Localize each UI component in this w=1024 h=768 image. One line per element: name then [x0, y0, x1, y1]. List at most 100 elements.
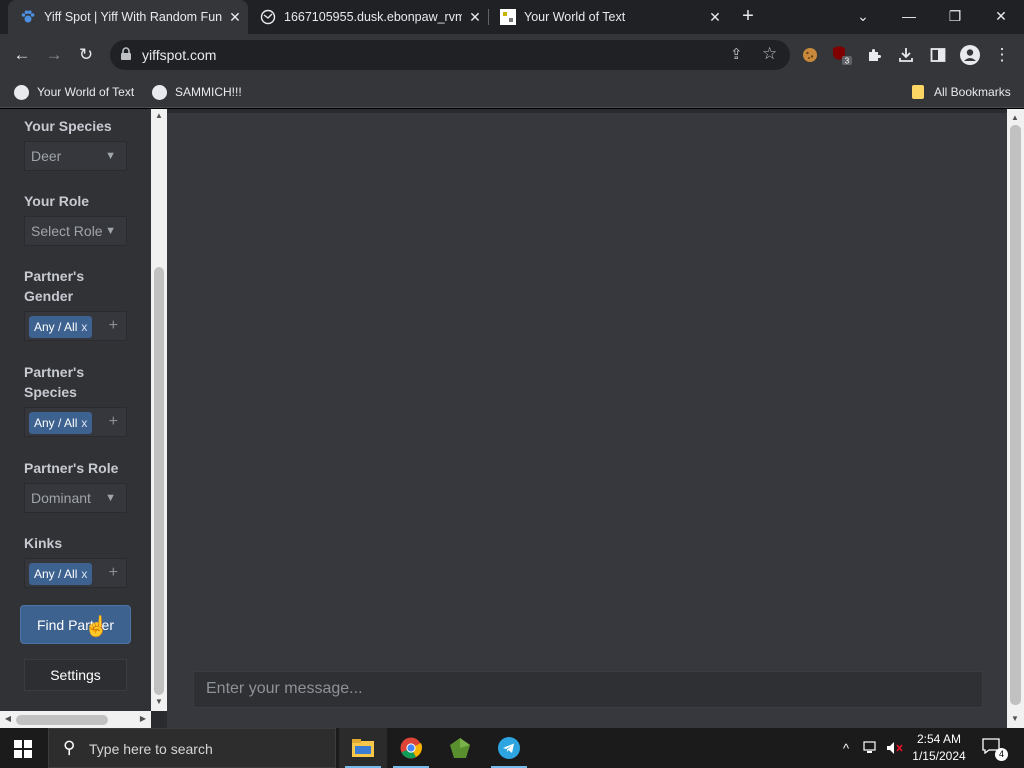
partner-species-label: Partner's Species: [24, 364, 85, 400]
page-content: Your Species Deer ▼ Your Role Select Rol…: [0, 109, 1024, 728]
find-partner-button[interactable]: Find Partner: [20, 605, 131, 644]
your-role-select[interactable]: Select Role ▼: [24, 216, 127, 246]
extension-badge: 3: [845, 57, 850, 66]
chip-remove-icon[interactable]: x: [81, 416, 87, 430]
chip-remove-icon[interactable]: x: [81, 567, 87, 581]
plus-icon[interactable]: +: [109, 317, 118, 335]
chevron-down-icon: ▼: [105, 150, 116, 162]
tab-title: Your World of Text: [524, 10, 626, 24]
settings-button[interactable]: Settings: [24, 659, 127, 691]
bookmark-ywot[interactable]: Your World of Text: [14, 82, 134, 102]
filter-chip: Any / All x: [29, 412, 92, 434]
your-role-label: Your Role: [24, 193, 90, 209]
profile-avatar-icon[interactable]: [958, 43, 982, 67]
scrollbar-thumb[interactable]: [1010, 125, 1021, 705]
chip-label: Any / All: [34, 567, 78, 581]
filter-chip: Any / All x: [29, 316, 92, 338]
partner-role-select[interactable]: Dominant ▼: [24, 483, 127, 513]
close-icon[interactable]: ✕: [462, 9, 488, 26]
scroll-up-arrow-icon[interactable]: ▲: [1007, 113, 1023, 122]
chip-remove-icon[interactable]: x: [81, 320, 87, 334]
download-icon[interactable]: [894, 43, 918, 67]
partner-gender-select[interactable]: Any / All x +: [24, 311, 127, 341]
chip-label: Any / All: [34, 320, 78, 334]
chrome-taskbar-icon[interactable]: [387, 728, 435, 768]
bookmark-star-icon[interactable]: ☆: [762, 44, 777, 64]
tab-search-chevron-icon[interactable]: ⌄: [840, 0, 886, 32]
taskbar-clock[interactable]: 2:54 AM 1/15/2024: [912, 731, 966, 765]
partner-gender-label: Partner's Gender: [24, 268, 85, 304]
close-icon[interactable]: ✕: [222, 9, 248, 26]
message-input[interactable]: Enter your message...: [193, 671, 983, 708]
share-icon[interactable]: ⇪: [730, 45, 743, 63]
back-button[interactable]: ←: [10, 43, 34, 67]
scrollbar-thumb[interactable]: [154, 267, 164, 695]
windows-start-icon[interactable]: [14, 740, 32, 758]
tab-image[interactable]: 1667105955.dusk.ebonpaw_rvm ✕: [248, 0, 488, 34]
minimize-button[interactable]: —: [886, 0, 932, 32]
notification-count: 4: [995, 748, 1008, 761]
search-icon: ⚲: [63, 738, 76, 757]
forward-button[interactable]: →: [42, 43, 66, 67]
bookmark-label: Your World of Text: [37, 85, 135, 99]
ywot-icon: [500, 9, 516, 25]
globe-icon: [152, 84, 167, 100]
file-explorer-taskbar-icon[interactable]: [339, 728, 387, 768]
tray-chevron-up-icon[interactable]: ^: [836, 728, 856, 768]
close-window-button[interactable]: ✕: [978, 0, 1024, 32]
all-bookmarks-label: All Bookmarks: [934, 85, 1011, 99]
lock-icon: [120, 47, 134, 63]
site-icon: [260, 9, 276, 25]
side-panel-icon[interactable]: [926, 43, 950, 67]
address-bar[interactable]: yiffspot.com ⇪ ☆: [110, 40, 790, 70]
folder-icon: [912, 85, 924, 99]
scroll-right-arrow-icon[interactable]: ▶: [135, 714, 151, 723]
chat-area: Enter your message...: [167, 113, 1007, 728]
search-placeholder: Type here to search: [89, 741, 213, 757]
scroll-left-arrow-icon[interactable]: ◀: [0, 714, 16, 723]
kinks-label: Kinks: [24, 535, 63, 551]
taskbar-search-box[interactable]: ⚲ Type here to search: [48, 728, 336, 768]
telegram-taskbar-icon[interactable]: [485, 728, 533, 768]
scrollbar-thumb[interactable]: [16, 715, 108, 725]
your-species-select[interactable]: Deer ▼: [24, 141, 127, 171]
windows-taskbar: ⚲ Type here to search ^ 2:54 AM 1/15/202…: [0, 728, 1024, 768]
select-value: Select Role: [31, 223, 103, 239]
all-bookmarks-button[interactable]: All Bookmarks: [912, 82, 1011, 102]
menu-kebab-icon[interactable]: ⋮: [990, 43, 1014, 67]
ublock-extension-icon[interactable]: 3: [830, 43, 854, 67]
chevron-down-icon: ▼: [105, 492, 116, 504]
scroll-down-arrow-icon[interactable]: ▼: [1007, 714, 1023, 723]
your-species-label: Your Species: [24, 118, 112, 134]
hand-cursor-icon: ☝: [84, 616, 109, 638]
select-value: Dominant: [31, 490, 91, 506]
reload-button[interactable]: ↻: [74, 43, 98, 67]
sidebar-horizontal-scrollbar[interactable]: ◀ ▶: [0, 711, 151, 728]
sidebar-vertical-scrollbar[interactable]: ▲ ▼: [151, 109, 167, 711]
gem-app-taskbar-icon[interactable]: [436, 728, 484, 768]
partner-species-select[interactable]: Any / All x +: [24, 407, 127, 437]
restore-button[interactable]: ❐: [932, 0, 978, 32]
plus-icon[interactable]: +: [109, 564, 118, 582]
page-vertical-scrollbar[interactable]: ▲ ▼: [1007, 109, 1024, 728]
notification-center-icon[interactable]: 4: [982, 738, 1008, 761]
cookie-extension-icon[interactable]: [798, 43, 822, 67]
volume-muted-icon[interactable]: [884, 728, 906, 768]
scroll-down-arrow-icon[interactable]: ▼: [151, 697, 167, 706]
tab-title: 1667105955.dusk.ebonpaw_rvm: [284, 10, 462, 24]
tab-yiffspot[interactable]: Yiff Spot | Yiff With Random Fun ✕: [8, 0, 248, 34]
bookmarks-bar: Your World of Text SAMMICH!!! All Bookma…: [0, 76, 1024, 108]
new-tab-button[interactable]: +: [738, 6, 758, 26]
chip-label: Any / All: [34, 416, 78, 430]
plus-icon[interactable]: +: [109, 413, 118, 431]
network-icon[interactable]: [860, 728, 882, 768]
tab-ywot[interactable]: Your World of Text ✕: [488, 0, 728, 34]
extensions-puzzle-icon[interactable]: [862, 43, 886, 67]
chevron-down-icon: ▼: [105, 225, 116, 237]
kinks-select[interactable]: Any / All x +: [24, 558, 127, 588]
url-text: yiffspot.com: [142, 47, 217, 63]
close-icon[interactable]: ✕: [702, 9, 728, 26]
clock-time: 2:54 AM: [916, 732, 962, 746]
scroll-up-arrow-icon[interactable]: ▲: [151, 111, 167, 120]
bookmark-sammich[interactable]: SAMMICH!!!: [152, 82, 242, 102]
